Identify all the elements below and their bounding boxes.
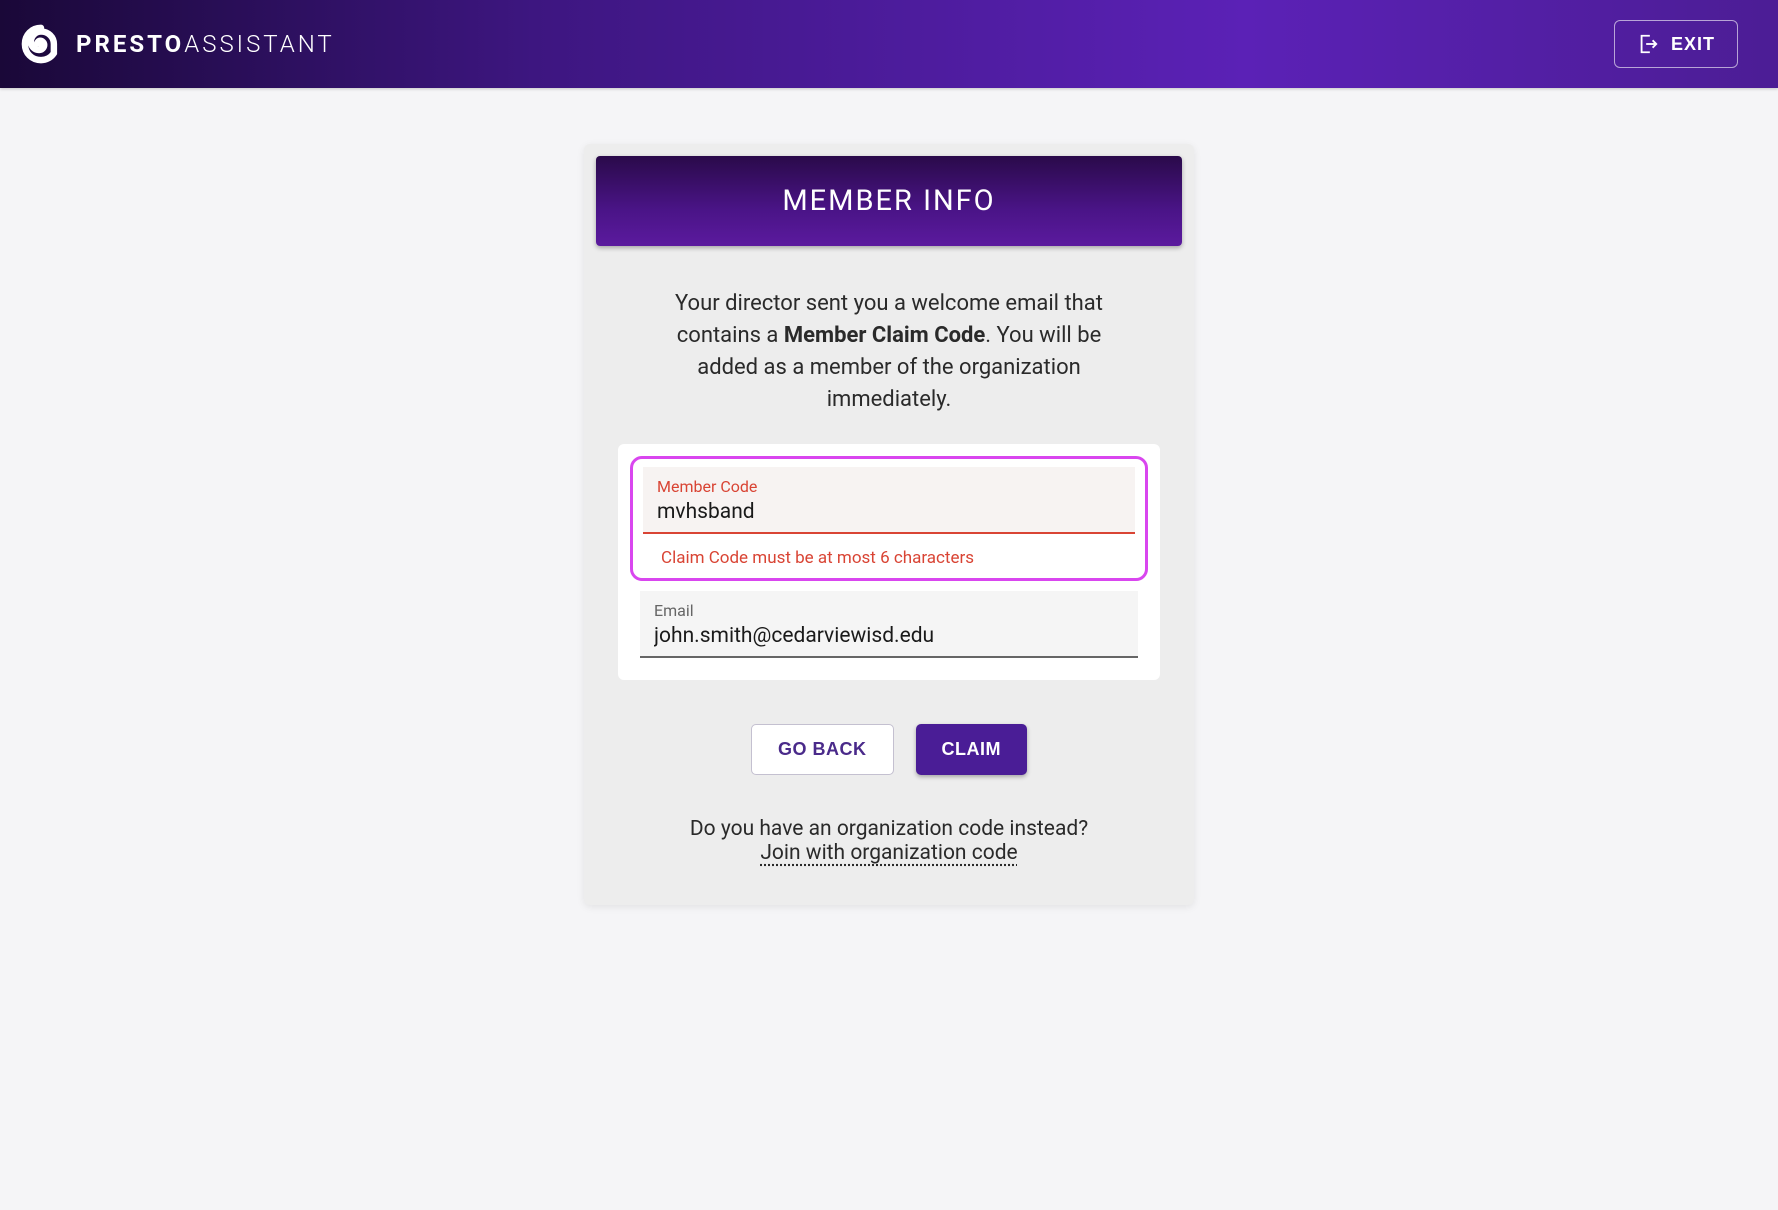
- member-code-wrapper: Member Code: [643, 467, 1135, 534]
- org-code-link[interactable]: Join with organization code: [760, 841, 1017, 865]
- email-wrapper-outer: Email: [640, 591, 1138, 658]
- exit-button[interactable]: EXIT: [1614, 20, 1738, 68]
- exit-label: EXIT: [1671, 34, 1715, 55]
- logo-icon: [18, 21, 64, 67]
- app-header: PRESTOASSISTANT EXIT: [0, 0, 1778, 88]
- member-code-input[interactable]: [657, 500, 1121, 524]
- claim-button[interactable]: CLAIM: [916, 724, 1028, 775]
- member-code-error: Claim Code must be at most 6 characters: [643, 534, 1135, 570]
- footer-question: Do you have an organization code instead…: [596, 817, 1182, 841]
- go-back-button[interactable]: GO BACK: [751, 724, 894, 775]
- card-title: MEMBER INFO: [624, 184, 1154, 218]
- button-row: GO BACK CLAIM: [596, 680, 1182, 803]
- member-code-label: Member Code: [657, 477, 1121, 496]
- logo: PRESTOASSISTANT: [18, 21, 335, 67]
- member-info-card: MEMBER INFO Your director sent you a wel…: [584, 144, 1194, 905]
- exit-icon: [1637, 33, 1659, 55]
- email-wrapper: Email: [640, 591, 1138, 658]
- footer-text: Do you have an organization code instead…: [596, 803, 1182, 893]
- email-input[interactable]: [654, 624, 1124, 648]
- email-label: Email: [654, 601, 1124, 620]
- card-header: MEMBER INFO: [596, 156, 1182, 246]
- main-content: MEMBER INFO Your director sent you a wel…: [0, 88, 1778, 905]
- form-container: Member Code Claim Code must be at most 6…: [618, 444, 1160, 680]
- member-code-highlight: Member Code Claim Code must be at most 6…: [630, 456, 1148, 581]
- description-text: Your director sent you a welcome email t…: [596, 246, 1182, 444]
- logo-text: PRESTOASSISTANT: [76, 30, 335, 58]
